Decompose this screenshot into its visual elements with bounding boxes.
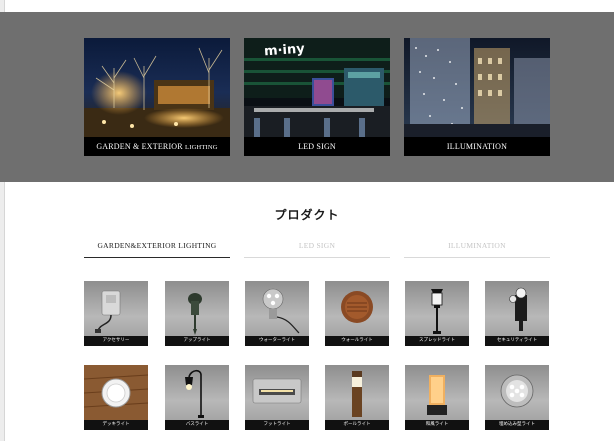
section-title-products: プロダクト <box>274 208 340 222</box>
product-tile-japanese-light[interactable]: 和風ライト <box>405 365 469 430</box>
product-tile-uplight[interactable]: アップライト <box>165 281 229 346</box>
foot-light-icon <box>252 378 302 404</box>
product-label: ポールライト <box>325 420 389 430</box>
led-sign-lettering: m·iny <box>264 42 306 60</box>
deck-light-icon <box>84 365 148 420</box>
hero-caption-illumination: ILLUMINATION <box>404 137 550 156</box>
product-tile-security-light[interactable]: セキュリティライト <box>485 281 549 346</box>
product-tile-wall-light[interactable]: ウォールライト <box>325 281 389 346</box>
product-tile-spread-light[interactable]: スプレッドライト <box>405 281 469 346</box>
product-label: 埋め込み型ライト <box>485 420 549 430</box>
hero-caption-garden: GARDEN & EXTERIOR LIGHTING <box>84 137 230 156</box>
japanese-lantern-icon <box>427 375 447 415</box>
lantern-post-icon <box>431 289 443 334</box>
product-label: アクセサリー <box>84 336 148 346</box>
wall-light-icon <box>341 291 373 323</box>
product-tile-pole-light[interactable]: ポールライト <box>325 365 389 430</box>
product-label: スプレッドライト <box>405 336 469 346</box>
tab-led-sign[interactable]: LED SIGN <box>244 239 390 258</box>
illumination-photo <box>404 38 550 137</box>
page: GARDEN & EXTERIOR LIGHTING m·iny LED SIG… <box>0 0 614 441</box>
bollard-light-icon <box>352 371 362 417</box>
product-grid: アクセサリー アップライト ウォーターライト ウォールライト スプレッドライト … <box>84 281 554 441</box>
path-light-icon <box>185 369 204 418</box>
product-label: 和風ライト <box>405 420 469 430</box>
product-label: デッキライト <box>84 420 148 430</box>
product-tile-foot-light[interactable]: フットライト <box>245 365 309 430</box>
product-tile-accessory[interactable]: アクセサリー <box>84 281 148 346</box>
product-label: アップライト <box>165 336 229 346</box>
hero-caption-led-sign: LED SIGN <box>244 137 390 156</box>
product-tile-deck-light[interactable]: デッキライト <box>84 365 148 430</box>
garden-night-photo <box>84 38 230 137</box>
underwater-light-icon <box>262 288 300 334</box>
product-label: ウォーターライト <box>245 336 309 346</box>
tab-illumination[interactable]: ILLUMINATION <box>404 239 550 258</box>
product-label: フットライト <box>245 420 309 430</box>
inground-light-icon <box>500 374 534 408</box>
hero-card-garden-exterior[interactable]: GARDEN & EXTERIOR LIGHTING <box>84 38 230 156</box>
tab-garden-exterior-lighting[interactable]: GARDEN&EXTERIOR LIGHTING <box>84 239 230 258</box>
spike-spotlight-icon <box>188 293 202 335</box>
product-tile-water-light[interactable]: ウォーターライト <box>245 281 309 346</box>
product-label: バスライト <box>165 420 229 430</box>
hero-band: GARDEN & EXTERIOR LIGHTING m·iny LED SIG… <box>0 12 614 182</box>
hero-card-led-sign[interactable]: m·iny LED SIGN <box>244 38 390 156</box>
product-tile-path-light[interactable]: バスライト <box>165 365 229 430</box>
hero-card-illumination[interactable]: ILLUMINATION <box>404 38 550 156</box>
product-label: ウォールライト <box>325 336 389 346</box>
product-tile-inground-light[interactable]: 埋め込み型ライト <box>485 365 549 430</box>
led-sign-building-photo: m·iny <box>244 38 390 137</box>
outdoor-socket-icon <box>95 290 121 333</box>
product-label: セキュリティライト <box>485 336 549 346</box>
security-light-icon <box>509 287 527 331</box>
